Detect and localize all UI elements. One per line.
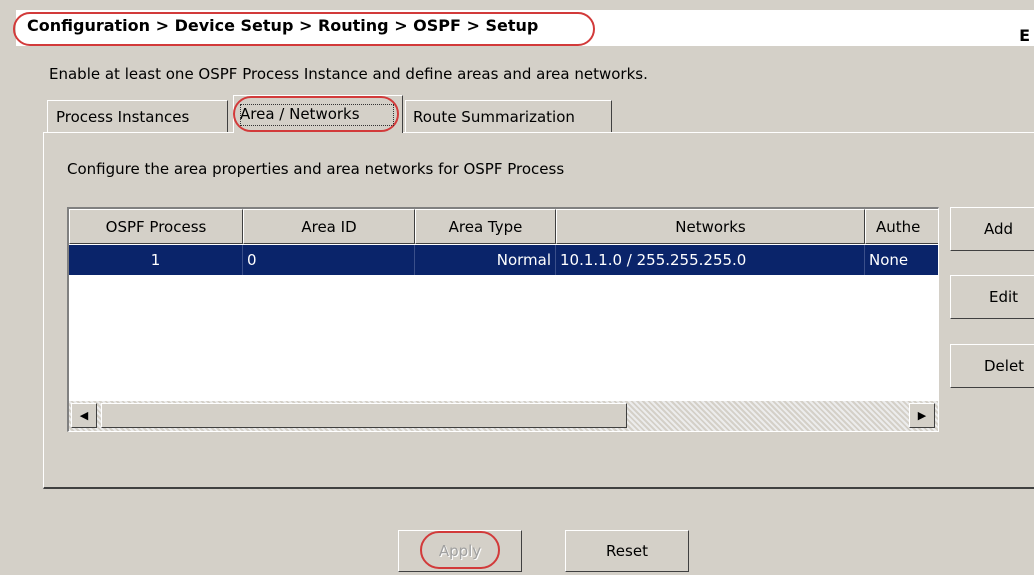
column-header-area-type[interactable]: Area Type [415,209,556,244]
cell-ospf-process: 1 [69,245,243,275]
reset-button[interactable]: Reset [565,530,689,572]
breadcrumb-edge-text: E [1019,26,1030,45]
cell-networks: 10.1.1.0 / 255.255.255.0 [556,245,865,275]
scroll-left-icon[interactable]: ◀ [71,403,97,428]
scroll-right-icon[interactable]: ▶ [909,403,935,428]
column-header-area-id[interactable]: Area ID [243,209,415,244]
cell-authentication: None [869,251,909,269]
cell-area-type: Normal [415,245,556,275]
column-header-networks[interactable]: Networks [556,209,865,244]
column-header-ospf-process[interactable]: OSPF Process [69,209,243,244]
edit-button[interactable]: Edit [950,275,1034,319]
breadcrumb-highlight-oval [13,12,595,46]
table-row[interactable]: 1 0 Normal 10.1.1.0 / 255.255.255.0 None [69,245,938,275]
header-bar: Configuration > Device Setup > Routing >… [0,0,1034,56]
panel-description: Configure the area properties and area n… [67,160,565,178]
area-networks-table: OSPF Process Area ID Area Type Networks … [67,207,939,432]
horizontal-scrollbar[interactable]: ◀ ▶ [69,401,938,431]
tab-process-instances[interactable]: Process Instances [47,100,228,132]
apply-highlight-oval [420,531,500,569]
delete-button[interactable]: Delet [950,344,1034,388]
add-button[interactable]: Add [950,207,1034,251]
table-header: OSPF Process Area ID Area Type Networks … [69,209,938,245]
scroll-thumb[interactable] [101,403,627,428]
tab-route-summarization[interactable]: Route Summarization [405,100,612,132]
cell-area-id: 0 [243,245,415,275]
column-header-authentication[interactable]: Authe [865,209,938,244]
tab-focus-ring [240,104,394,126]
instruction-text: Enable at least one OSPF Process Instanc… [49,65,648,83]
